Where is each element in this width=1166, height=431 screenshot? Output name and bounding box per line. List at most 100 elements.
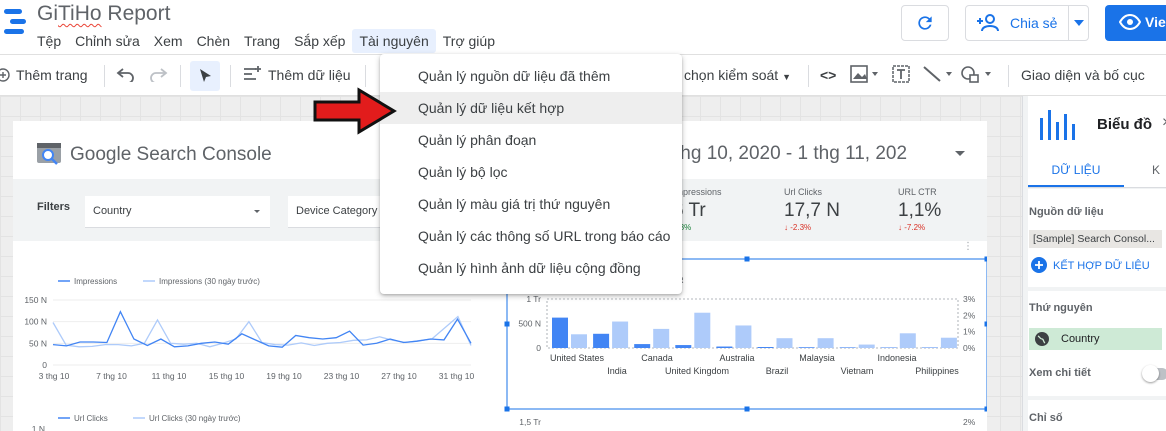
y-tick-label: 100 N bbox=[24, 317, 47, 327]
bar bbox=[552, 317, 568, 348]
close-icon[interactable]: × bbox=[1162, 114, 1166, 132]
app-logo-icon[interactable] bbox=[4, 6, 26, 38]
tab-data[interactable]: DỮ LIỆU bbox=[1028, 152, 1124, 187]
menu-item[interactable]: Trợ giúp bbox=[436, 29, 502, 53]
menu-option[interactable]: Quản lý nguồn dữ liệu đã thêm bbox=[380, 60, 682, 92]
y-tick-label: 1 Tr bbox=[526, 294, 541, 304]
kpi-label: URL CTR bbox=[898, 187, 937, 197]
dimension-value: Country bbox=[1061, 333, 1100, 345]
drilldown-toggle[interactable] bbox=[1142, 365, 1166, 382]
y2-tick-label: 3% bbox=[963, 294, 976, 304]
x-tick-label: 19 thg 10 bbox=[266, 371, 302, 381]
resize-handle bbox=[984, 406, 987, 412]
line-icon[interactable] bbox=[922, 55, 956, 95]
resize-handle bbox=[504, 321, 510, 327]
code-icon[interactable]: <> bbox=[820, 55, 836, 95]
view-label: Vie bbox=[1145, 14, 1166, 30]
view-button[interactable]: Vie bbox=[1105, 5, 1166, 41]
toolbar-divider bbox=[104, 65, 105, 87]
dimension-label: Thứ nguyên bbox=[1029, 302, 1093, 314]
app-header: GiTiHo Report Tệp Chỉnh sửa Xem Chèn Trang Sắ… bbox=[0, 0, 1166, 54]
device-filter-label: Device Category bbox=[296, 205, 378, 217]
globe-icon bbox=[1035, 332, 1049, 346]
menu-item[interactable]: Chỉnh sửa bbox=[68, 29, 147, 53]
panel-header: Biểu đồ × bbox=[1028, 96, 1166, 152]
y-tick-label: 0 bbox=[42, 360, 47, 370]
shape-icon[interactable] bbox=[961, 55, 995, 95]
select-tool-button[interactable] bbox=[190, 61, 220, 91]
menu-option[interactable]: Quản lý màu giá trị thứ nguyên bbox=[380, 188, 682, 220]
resize-handle bbox=[984, 256, 987, 262]
resize-handle bbox=[744, 406, 750, 412]
drilldown-label: Xem chi tiết bbox=[1029, 367, 1091, 379]
kpi-change: -7.2% bbox=[904, 223, 926, 232]
bar bbox=[634, 344, 651, 348]
report-heading: Google Search Console bbox=[70, 144, 272, 165]
more-options-icon: ⋮ bbox=[963, 241, 973, 252]
properties-panel: Biểu đồ × DỮ LIỆU K Nguồn dữ liệu [Sampl… bbox=[1022, 96, 1166, 431]
device-category-filter[interactable]: Device Category bbox=[288, 196, 388, 228]
redo-icon[interactable] bbox=[148, 55, 168, 95]
menu-item[interactable]: Chèn bbox=[190, 29, 237, 53]
menu-option[interactable]: Quản lý các thông số URL trong báo cáo bbox=[380, 220, 682, 252]
filters-label: Filters bbox=[37, 201, 71, 213]
y2-tick-label: 0% bbox=[963, 343, 976, 353]
x-tick-label: Philippines bbox=[915, 366, 959, 376]
tab-style[interactable]: K bbox=[1152, 152, 1160, 188]
theme-layout-button[interactable]: Giao diện và bố cục bbox=[1021, 55, 1145, 95]
add-circle-icon bbox=[1031, 257, 1047, 273]
bar bbox=[757, 347, 774, 348]
y-tick-label: 0 bbox=[536, 343, 541, 353]
bar bbox=[716, 346, 733, 348]
refresh-icon bbox=[918, 16, 932, 30]
legend-label: Impressions (30 ngày trước) bbox=[159, 277, 260, 286]
x-tick-label: Brazil bbox=[766, 366, 789, 376]
y-tick-label: 50 N bbox=[29, 338, 47, 348]
data-source-value[interactable]: [Sample] Search Consol... bbox=[1029, 230, 1162, 248]
add-control-label: chọn kiểm soát bbox=[684, 67, 779, 83]
text-icon[interactable] bbox=[892, 55, 910, 95]
menu-option[interactable]: Quản lý hình ảnh dữ liệu cộng đồng bbox=[380, 252, 682, 284]
refresh-button[interactable] bbox=[901, 5, 949, 41]
caret-down-icon: ▼ bbox=[782, 72, 791, 82]
bar bbox=[694, 312, 711, 348]
bar bbox=[817, 338, 834, 348]
add-control-button[interactable]: chọn kiểm soát ▼ bbox=[684, 55, 791, 95]
undo-icon[interactable] bbox=[116, 55, 136, 95]
menu-option[interactable]: Quản lý phân đoạn bbox=[380, 124, 682, 156]
bar bbox=[798, 347, 815, 348]
menu-item[interactable]: Tệp bbox=[30, 29, 68, 53]
country-filter[interactable]: Country bbox=[85, 196, 270, 228]
data-source-label: Nguồn dữ liệu bbox=[1029, 206, 1104, 218]
menu-option[interactable]: Quản lý bộ lọc bbox=[380, 156, 682, 188]
bar bbox=[612, 321, 629, 348]
cursor-icon bbox=[200, 69, 211, 82]
bar-chart-icon bbox=[1040, 110, 1075, 140]
share-divider bbox=[1068, 6, 1069, 40]
toolbar-divider bbox=[230, 65, 231, 87]
share-button[interactable]: Chia sẻ bbox=[965, 5, 1089, 41]
date-range-caret-icon[interactable] bbox=[955, 151, 965, 156]
x-tick-label: Vietnam bbox=[841, 366, 874, 376]
add-data-icon[interactable] bbox=[242, 55, 262, 95]
resize-handle bbox=[504, 406, 510, 412]
image-icon[interactable] bbox=[850, 55, 880, 95]
legend-label: Impressions bbox=[74, 277, 117, 286]
menu-item[interactable]: Sắp xếp bbox=[287, 29, 352, 53]
add-page-icon[interactable] bbox=[0, 55, 10, 95]
x-tick-label: United States bbox=[550, 353, 605, 363]
y2-tick-label: 2% bbox=[963, 310, 976, 320]
legend-label: Url Clicks bbox=[74, 414, 108, 423]
menu-option[interactable]: Quản lý dữ liệu kết hợp bbox=[380, 92, 682, 124]
share-dropdown-icon[interactable] bbox=[1074, 20, 1084, 26]
add-page-button[interactable]: Thêm trang bbox=[16, 55, 88, 95]
bar bbox=[653, 328, 670, 348]
blend-data-button[interactable]: KẾT HỢP DỮ LIỆU bbox=[1031, 257, 1150, 273]
menu-item[interactable]: Trang bbox=[237, 29, 287, 53]
x-tick-label: United Kingdom bbox=[665, 366, 729, 376]
report-title[interactable]: GiTiHo Report bbox=[37, 2, 170, 26]
menu-item[interactable]: Tài nguyên bbox=[352, 29, 436, 53]
dimension-chip[interactable]: Country bbox=[1029, 328, 1162, 350]
date-range-control[interactable]: thg 10, 2020 - 1 thg 11, 202 bbox=[675, 143, 907, 165]
menu-item[interactable]: Xem bbox=[147, 29, 190, 53]
